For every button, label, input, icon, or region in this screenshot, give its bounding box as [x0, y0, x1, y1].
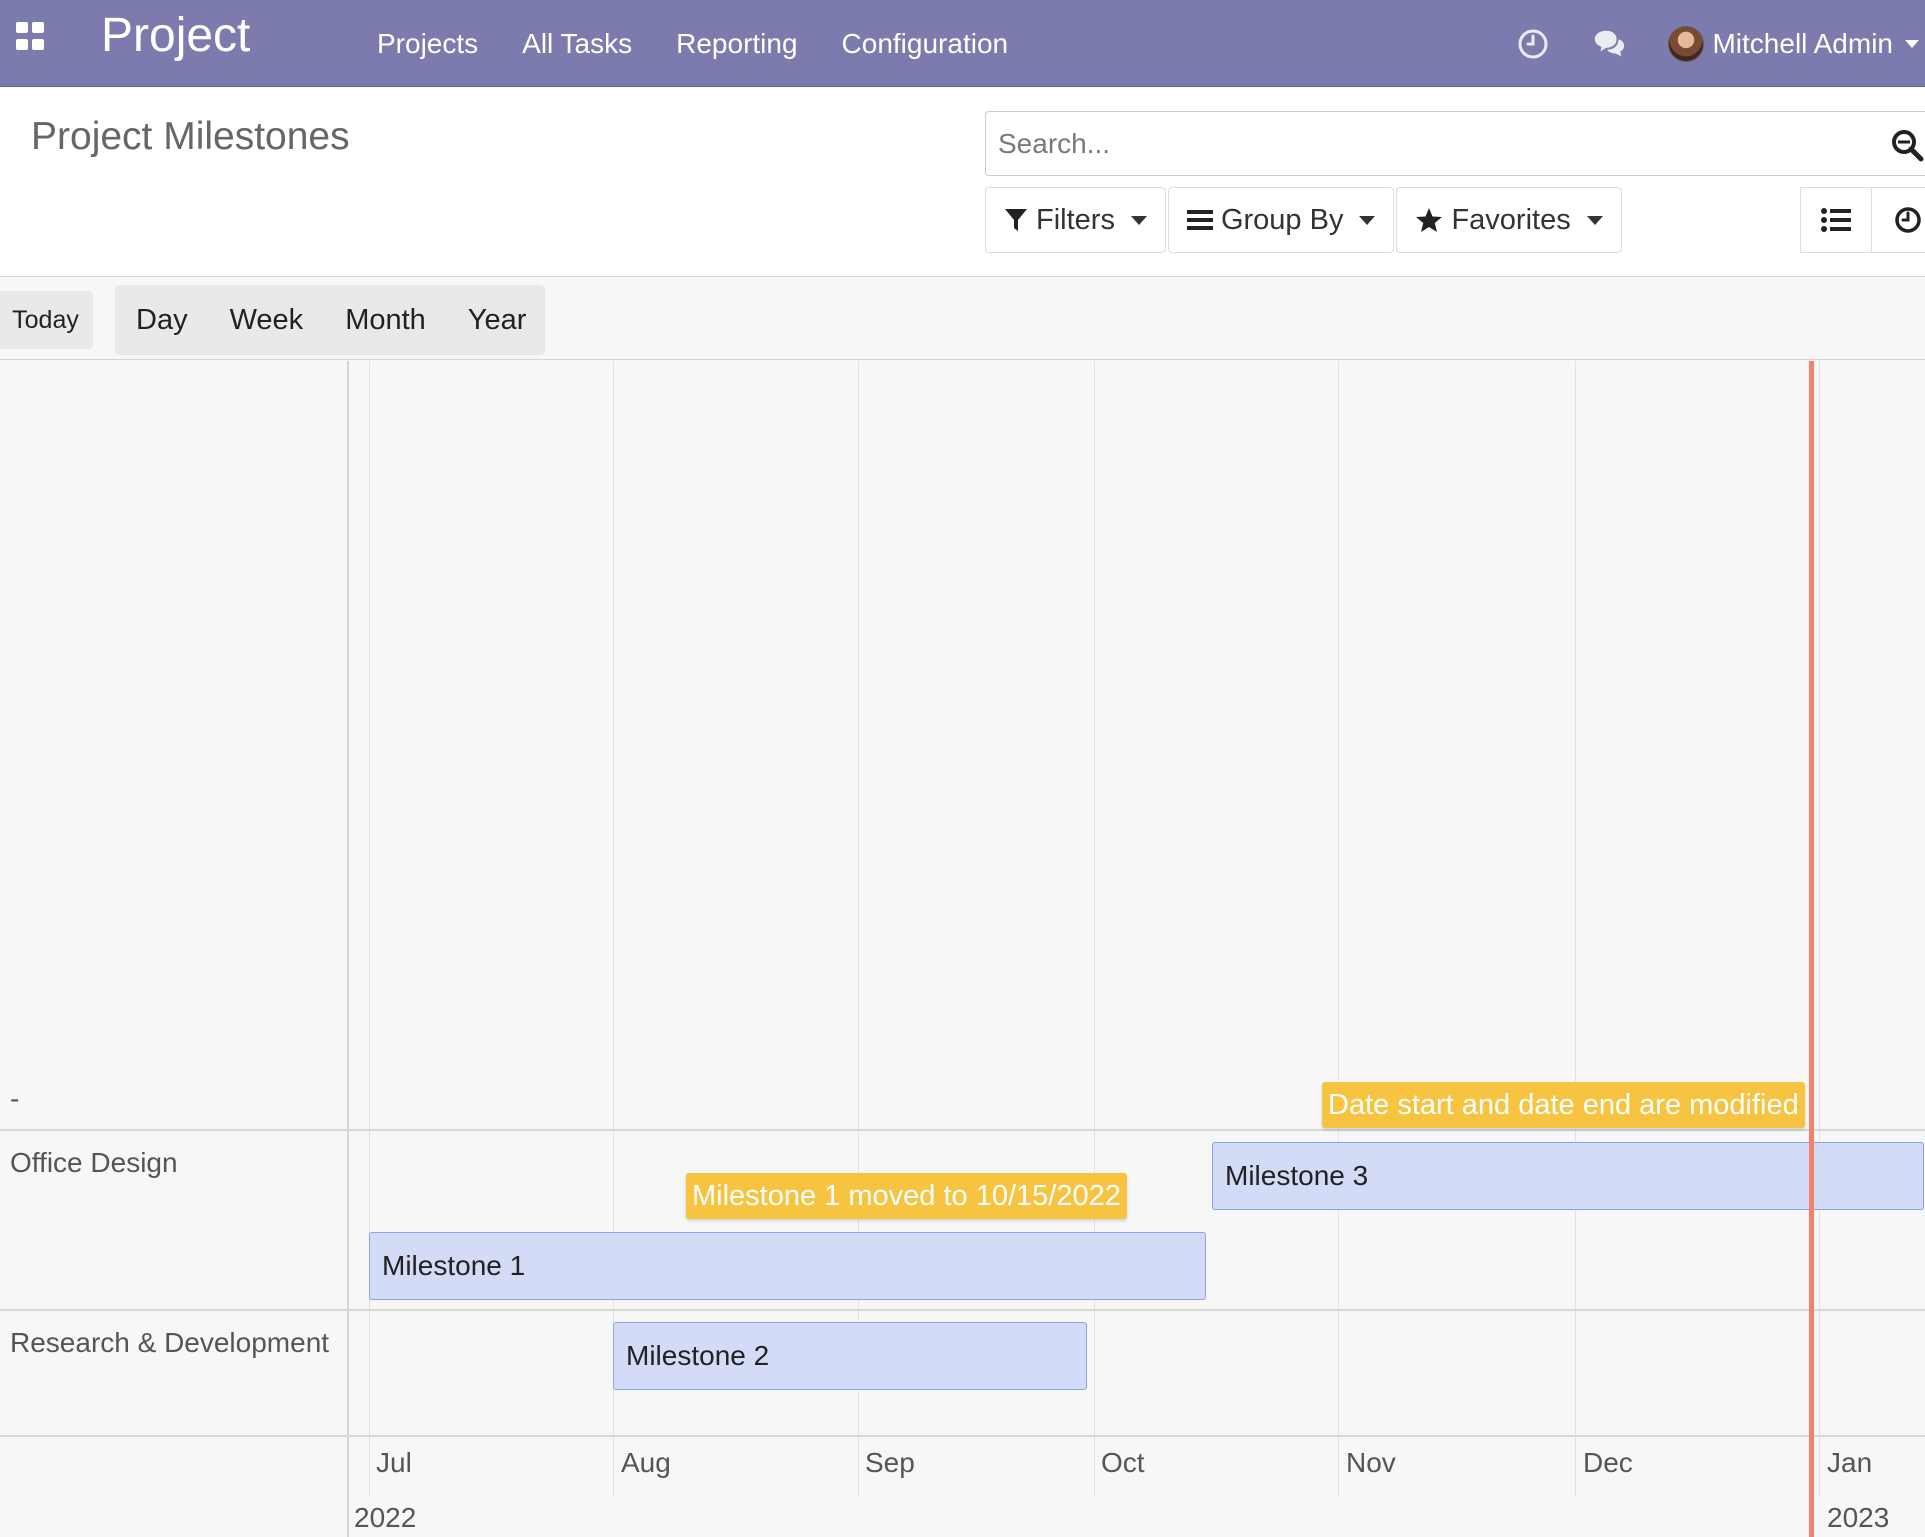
gridline — [1338, 361, 1339, 1496]
avatar — [1668, 25, 1705, 62]
menu-configuration[interactable]: Configuration — [842, 28, 1009, 60]
gantt-toolbar: Today Day Week Month Year — [0, 278, 1925, 360]
star-icon — [1416, 208, 1443, 232]
activity-view-button[interactable] — [1872, 187, 1925, 253]
main-menu: Projects All Tasks Reporting Configurati… — [377, 0, 1052, 87]
user-name: Mitchell Admin — [1712, 27, 1893, 59]
row-separator — [0, 1309, 1925, 1311]
gridline — [1575, 361, 1576, 1496]
month-label: Jul — [376, 1447, 412, 1478]
gantt-bar-milestone-1[interactable]: Milestone 1 — [369, 1232, 1206, 1300]
row-label-office-design: Office Design — [10, 1147, 178, 1178]
gridline — [369, 361, 370, 1496]
gantt-bar-milestone-3[interactable]: Milestone 3 — [1212, 1142, 1924, 1210]
month-label: Jan — [1827, 1447, 1873, 1478]
month-label: Dec — [1583, 1447, 1633, 1478]
list-view-button[interactable] — [1800, 187, 1872, 253]
page-title: Project Milestones — [31, 115, 350, 158]
today-button[interactable]: Today — [0, 291, 93, 349]
top-navbar: Project Projects All Tasks Reporting Con… — [0, 0, 1925, 87]
scale-selector: Day Week Month Year — [115, 285, 545, 355]
today-marker — [1809, 361, 1814, 1537]
filters-label: Filters — [1036, 203, 1115, 236]
scale-month-button[interactable]: Month — [345, 304, 426, 337]
month-label: Nov — [1346, 1447, 1396, 1478]
bars-icon — [1186, 210, 1213, 230]
activity-view-icon — [1894, 207, 1921, 233]
menu-projects[interactable]: Projects — [377, 28, 478, 60]
row-separator — [0, 1435, 1925, 1437]
search-icon[interactable] — [1890, 128, 1924, 162]
menu-all-tasks[interactable]: All Tasks — [522, 28, 632, 60]
row-separator — [0, 1129, 1925, 1131]
group-by-button[interactable]: Group By — [1167, 187, 1395, 253]
scale-year-button[interactable]: Year — [468, 304, 527, 337]
row-label-none: - — [10, 1083, 20, 1114]
app-brand[interactable]: Project — [101, 10, 250, 62]
scale-day-button[interactable]: Day — [136, 304, 188, 337]
apps-grid-icon[interactable] — [16, 22, 46, 52]
caret-down-icon — [1130, 215, 1147, 225]
scale-week-button[interactable]: Week — [230, 304, 304, 337]
month-label: Sep — [865, 1447, 915, 1478]
notification-dates-modified: Date start and date end are modified — [1322, 1082, 1805, 1128]
list-view-icon — [1821, 208, 1851, 232]
search-options: Filters Group By Favorites — [985, 187, 1624, 253]
favorites-button[interactable]: Favorites — [1396, 187, 1622, 253]
clock-icon[interactable] — [1516, 27, 1550, 61]
filter-icon — [1005, 209, 1027, 231]
caret-down-icon — [1359, 215, 1376, 225]
month-label: Oct — [1101, 1447, 1145, 1478]
menu-reporting[interactable]: Reporting — [676, 28, 797, 60]
notification-milestone-moved: Milestone 1 moved to 10/15/2022 — [686, 1173, 1127, 1219]
year-label: 2023 — [1827, 1502, 1890, 1533]
label-column-divider — [347, 361, 349, 1537]
gridline — [1094, 361, 1095, 1496]
favorites-label: Favorites — [1451, 203, 1571, 236]
row-label-research-development: Research & Development — [10, 1327, 330, 1358]
filters-button[interactable]: Filters — [985, 187, 1166, 253]
view-switcher — [1800, 187, 1925, 253]
year-label: 2022 — [354, 1502, 417, 1533]
gantt-chart: - Office Design Research & Development M… — [0, 361, 1925, 1537]
search-input[interactable] — [986, 112, 1925, 175]
gridline — [1819, 361, 1820, 1496]
control-panel: Project Milestones Filters Group By Favo… — [0, 88, 1925, 277]
gantt-bar-milestone-2[interactable]: Milestone 2 — [613, 1322, 1087, 1390]
month-label: Aug — [621, 1447, 671, 1478]
navbar-systray: Mitchell Admin — [1516, 0, 1925, 87]
chevron-down-icon — [1905, 39, 1919, 48]
chat-icon[interactable] — [1592, 27, 1626, 61]
caret-down-icon — [1586, 215, 1603, 225]
user-menu[interactable]: Mitchell Admin — [1668, 25, 1925, 62]
search-box — [985, 111, 1925, 176]
group-by-label: Group By — [1220, 203, 1344, 236]
